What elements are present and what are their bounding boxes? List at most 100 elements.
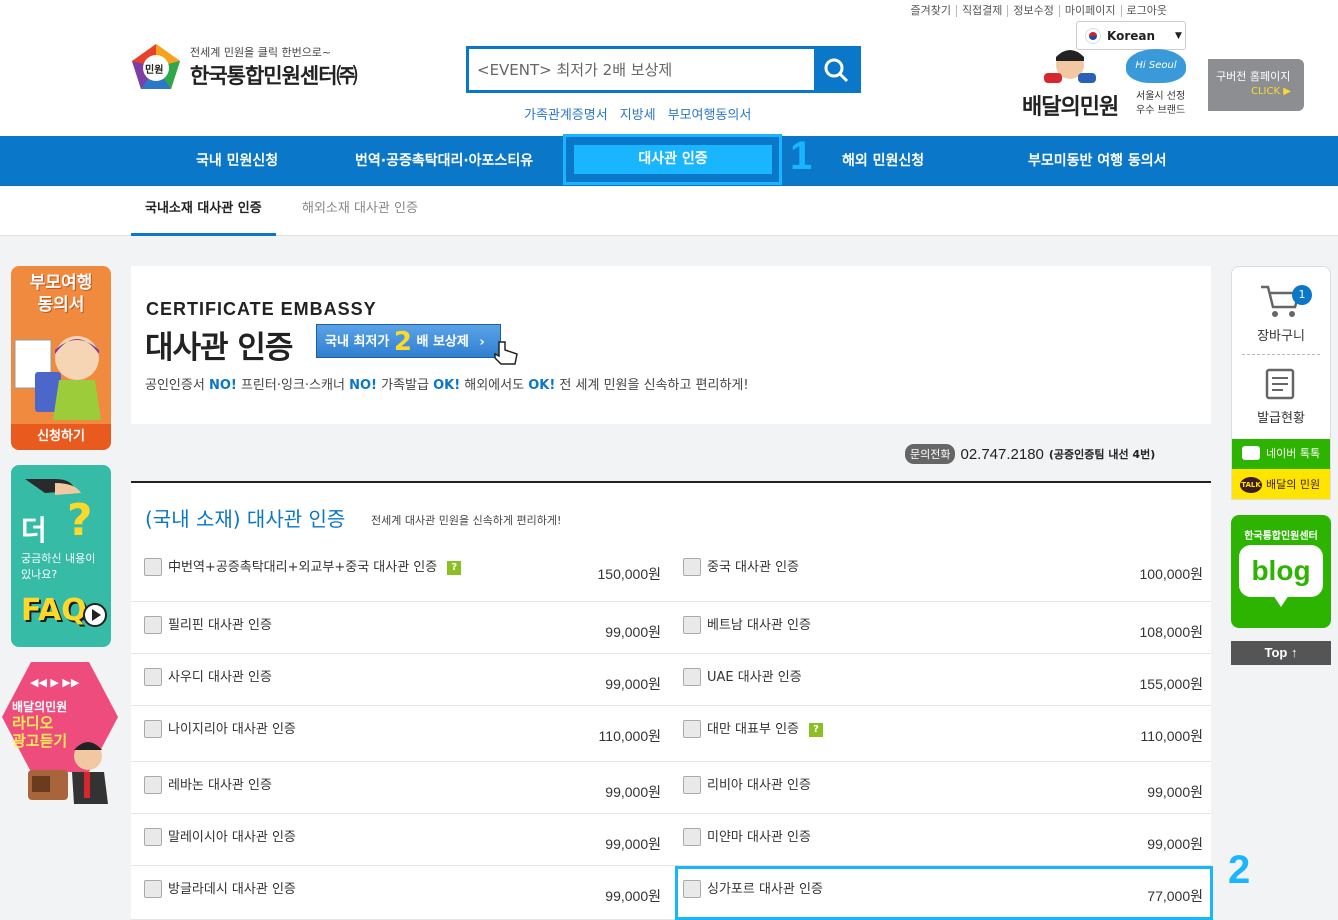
faq-banner[interactable]: 더 ? 궁금하신 내용이 있나요? FAQ xyxy=(11,465,111,647)
quick-link-local-tax[interactable]: 지방세 xyxy=(620,104,656,123)
faq-description: 궁금하신 내용이 있나요? xyxy=(21,552,96,581)
item-name-text: 레바논 대사관 인증 xyxy=(168,778,272,793)
lowest-price-badge[interactable]: 국내 최저가 2 배 보상제 › xyxy=(316,324,501,358)
kakao-talk-button[interactable]: TALK 배달의 민원 xyxy=(1232,469,1330,499)
radio-ad-banner[interactable]: ◀◀ ▶ ▶▶ 배달의민원 라디오 광고듣기 xyxy=(2,662,118,807)
nav-minor-travel-consent[interactable]: 부모미동반 여행 동의서 xyxy=(1028,136,1167,186)
cart-count-badge: 1 xyxy=(1292,285,1312,305)
item-price: 99,000원 xyxy=(605,888,661,904)
contact-label: 문의전화 xyxy=(905,444,956,464)
item-price: 108,000원 xyxy=(1139,624,1204,640)
top-link-favorites[interactable]: 즐겨찾기 xyxy=(905,5,955,17)
banner-title-en: CERTIFICATE EMBASSY xyxy=(146,299,377,319)
item-name-text: 필리핀 대사관 인증 xyxy=(168,618,272,633)
item-price: 99,000원 xyxy=(605,836,661,852)
logo-pentagon-icon: 민원 xyxy=(130,42,182,92)
kakao-talk-icon: TALK xyxy=(1240,477,1262,493)
top-link-logout[interactable]: 로그아웃 xyxy=(1120,5,1172,17)
banner-consent-apply: 신청하기 xyxy=(11,424,111,450)
naver-talk-button[interactable]: 네이버 톡톡 xyxy=(1232,439,1330,469)
list-header: (국내 소재) 대사관 인증 전세계 대사관 민원을 신속하게 편리하게! xyxy=(131,481,1211,544)
baedal-brand[interactable]: Hi Seoul 배달의민원 서울시 선정 우수 브랜드 xyxy=(1022,49,1192,120)
blog-banner[interactable]: 한국통합민원센터 blog xyxy=(1231,515,1331,628)
item-checkbox[interactable] xyxy=(683,828,701,846)
nav-translation-notary[interactable]: 번역·공증촉탁대리·아포스티유 xyxy=(355,136,533,186)
item-checkbox[interactable] xyxy=(144,776,162,794)
media-controls-icon: ◀◀ ▶ ▶▶ xyxy=(30,676,80,689)
item-name-text: UAE 대사관 인증 xyxy=(707,670,802,685)
table-row: 필리핀 대사관 인증 99,000원 베트남 대사관 인증 108,000원 xyxy=(131,602,1211,654)
site-logo[interactable]: 민원 전세계 민원을 클릭 한번으로~ 한국통합민원센터㈜ xyxy=(130,42,358,92)
item-checkbox[interactable] xyxy=(144,558,162,576)
blog-text: blog xyxy=(1239,545,1323,597)
search-input[interactable] xyxy=(469,49,814,90)
item-name: 방글라데시 대사관 인증 xyxy=(168,878,296,897)
item-name: 사우디 대사관 인증 xyxy=(168,666,272,685)
tab-overseas-embassy[interactable]: 해외소재 대사관 인증 xyxy=(302,186,418,236)
badge-pre: 국내 최저가 xyxy=(325,334,390,350)
item-checkbox[interactable] xyxy=(144,616,162,634)
item-checkbox[interactable] xyxy=(144,828,162,846)
help-icon[interactable]: ? xyxy=(809,722,823,737)
item-name-text: 리비아 대사관 인증 xyxy=(707,778,811,793)
tab-domestic-embassy[interactable]: 국내소재 대사관 인증 xyxy=(131,186,276,236)
item-checkbox[interactable] xyxy=(683,720,701,738)
item-checkbox[interactable] xyxy=(683,668,701,686)
item-name-text: 대만 대표부 인증 xyxy=(707,722,799,737)
item-price: 99,000원 xyxy=(605,784,661,800)
chat-bubble-icon xyxy=(1242,446,1260,460)
item-checkbox[interactable] xyxy=(683,558,701,576)
search-box xyxy=(466,46,861,93)
nav-overseas-civil[interactable]: 해외 민원신청 xyxy=(842,136,924,186)
step-marker-1: 1 xyxy=(790,134,813,178)
search-button[interactable] xyxy=(814,49,858,90)
item-price: 99,000원 xyxy=(605,624,661,640)
top-link-direct-payment[interactable]: 직접결제 xyxy=(955,5,1007,17)
item-price: 110,000원 xyxy=(1140,728,1203,744)
old-homepage-click: CLICK ▶ xyxy=(1251,86,1291,97)
table-row: 사우디 대사관 인증 99,000원 UAE 대사관 인증 155,000원 xyxy=(131,654,1211,706)
item-name-text: 베트남 대사관 인증 xyxy=(707,618,811,633)
item-checkbox[interactable] xyxy=(144,880,162,898)
item-checkbox[interactable] xyxy=(683,776,701,794)
pointer-hand-icon xyxy=(494,341,518,365)
table-row: 나이지리아 대사관 인증 110,000원 대만 대표부 인증? 110,000원 xyxy=(131,706,1211,762)
item-name: 말레이시아 대사관 인증 xyxy=(168,826,296,845)
item-price: 99,000원 xyxy=(605,676,661,692)
item-price: 99,000원 xyxy=(1147,784,1203,800)
parent-travel-consent-banner[interactable]: 부모여행 동의서 신청하기 xyxy=(11,266,111,450)
help-icon[interactable]: ? xyxy=(447,560,462,575)
quick-link-family-cert[interactable]: 가족관계증명서 xyxy=(524,104,608,123)
language-select[interactable]: Korean ▼ xyxy=(1076,21,1186,50)
item-name: 미얀마 대사관 인증 xyxy=(707,826,811,845)
question-mark-icon: ? xyxy=(67,495,93,546)
scroll-top-button[interactable]: Top ↑ xyxy=(1231,641,1331,665)
item-name-text: 사우디 대사관 인증 xyxy=(168,670,272,685)
banner-description: 공인인증서 NO! 프린터·잉크·스캐너 NO! 가족발급 OK! 해외에서도 … xyxy=(145,378,749,393)
nav-embassy-cert[interactable]: 대사관 인증 xyxy=(574,145,772,174)
old-homepage-button[interactable]: 구버전 홈페이지 CLICK ▶ xyxy=(1208,59,1304,111)
kakao-talk-label: 배달의 민원 xyxy=(1266,478,1321,491)
top-link-edit-info[interactable]: 정보수정 xyxy=(1007,5,1058,17)
blog-bubble-tail xyxy=(1273,595,1289,607)
item-checkbox[interactable] xyxy=(144,720,162,738)
quick-link-parent-consent[interactable]: 부모여행동의서 xyxy=(668,104,752,123)
nav-domestic-civil[interactable]: 국내 민원신청 xyxy=(196,136,278,186)
top-link-mypage[interactable]: 마이페이지 xyxy=(1058,5,1121,17)
step-marker-2: 2 xyxy=(1228,848,1251,892)
item-name-text: 말레이시아 대사관 인증 xyxy=(168,830,296,845)
issue-status-button[interactable]: 발급현황 xyxy=(1232,367,1330,426)
cart-label: 장바구니 xyxy=(1257,329,1305,344)
list-title: (국내 소재) 대사관 인증 xyxy=(145,507,346,531)
item-name: 레바논 대사관 인증 xyxy=(168,774,272,793)
item-checkbox[interactable] xyxy=(144,668,162,686)
contact-number: 02.747.2180 xyxy=(960,445,1044,463)
item-name-text: 미얀마 대사관 인증 xyxy=(707,830,811,845)
item-checkbox[interactable] xyxy=(683,616,701,634)
girl-character-icon xyxy=(14,336,101,420)
badge-post: 배 보상제 xyxy=(416,334,469,350)
cart-button[interactable]: 1 장바구니 xyxy=(1232,281,1330,344)
hiseoul-badge: Hi Seoul xyxy=(1126,49,1186,83)
item-price: 110,000원 xyxy=(598,728,661,744)
item-price: 99,000원 xyxy=(1147,836,1203,852)
